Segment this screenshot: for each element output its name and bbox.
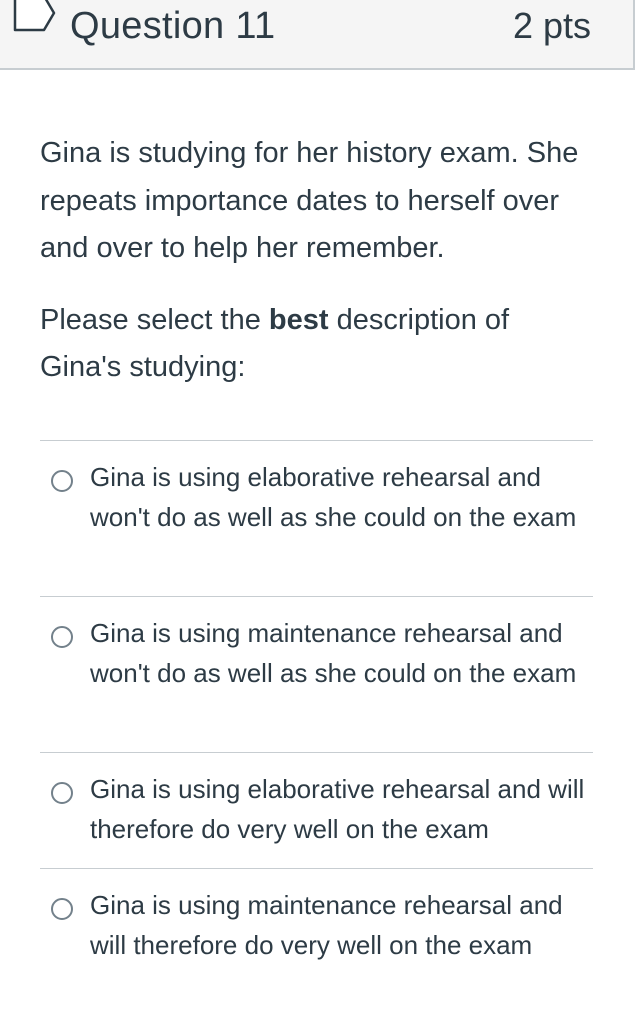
prompt-paragraph-1: Gina is studying for her history exam. S… <box>40 137 579 264</box>
answer-list: Gina is using elaborative rehearsal and … <box>40 440 593 988</box>
prompt-paragraph-2: Please select the best description of Gi… <box>40 297 595 392</box>
prompt-emphasis: best <box>268 303 329 336</box>
answer-label[interactable]: Gina is using elaborative rehearsal and … <box>90 769 585 849</box>
radio-button[interactable] <box>51 470 73 492</box>
flag-outline-icon[interactable] <box>12 0 58 32</box>
prompt-text-before: Please select the <box>40 303 269 336</box>
question-prompt: Gina is studying for her history exam. S… <box>40 130 595 392</box>
question-points: 2 pts <box>512 5 591 46</box>
radio-button[interactable] <box>51 898 73 920</box>
radio-button[interactable] <box>51 626 73 648</box>
answer-option-1[interactable]: Gina is using elaborative rehearsal and … <box>40 440 593 596</box>
answer-label[interactable]: Gina is using maintenance rehearsal and … <box>90 613 585 693</box>
question-body: Gina is studying for her history exam. S… <box>40 130 595 392</box>
radio-button[interactable] <box>51 782 73 804</box>
question-header: Question 11 2 pts <box>0 0 635 70</box>
answer-option-2[interactable]: Gina is using maintenance rehearsal and … <box>40 596 593 752</box>
answer-label[interactable]: Gina is using elaborative rehearsal and … <box>90 457 585 537</box>
answer-option-4[interactable]: Gina is using maintenance rehearsal and … <box>40 868 593 988</box>
question-title: Question 11 <box>70 5 276 47</box>
answer-option-3[interactable]: Gina is using elaborative rehearsal and … <box>40 752 593 868</box>
answer-label[interactable]: Gina is using maintenance rehearsal and … <box>90 885 585 965</box>
quiz-question-page: Question 11 2 pts Gina is studying for h… <box>0 0 635 1019</box>
